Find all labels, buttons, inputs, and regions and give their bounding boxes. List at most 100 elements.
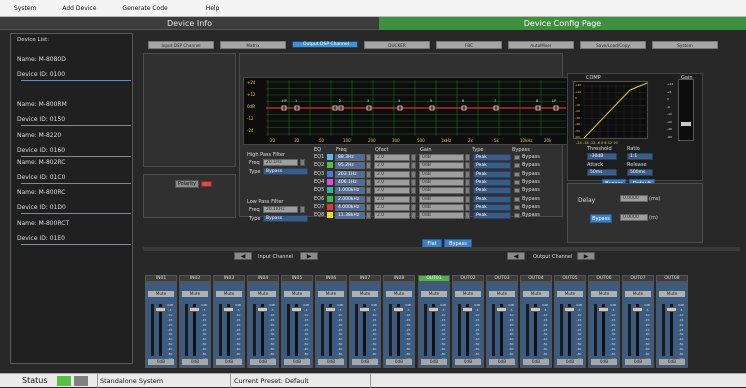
eq-q-spinner[interactable] (411, 212, 416, 220)
eq-frequency-graph[interactable]: +24 +12 0dB -12 -24 20 30 50 100 200 300… (243, 77, 570, 145)
delay-m-input[interactable]: 0.0000 (620, 214, 648, 221)
mute-button[interactable]: Mute (489, 291, 515, 297)
channel-select-button[interactable]: IN03 (213, 275, 245, 282)
eq-q-spinner[interactable] (411, 170, 416, 178)
channel-select-button[interactable]: IN06 (315, 275, 347, 282)
eq-bypass-checkbox[interactable] (514, 155, 520, 160)
eq-gain-input[interactable]: 0dB (419, 212, 464, 220)
menu-system[interactable]: System (14, 5, 36, 12)
mute-button[interactable]: Mute (216, 291, 242, 297)
menu-generate-code[interactable]: Generate Code (122, 5, 167, 12)
eq-freq-input[interactable]: 406.1Hz (335, 178, 365, 186)
eq-q-input[interactable]: 2.0 (374, 154, 410, 161)
mute-button[interactable]: Mute (182, 291, 208, 297)
level-readout[interactable]: 0dB (318, 359, 344, 365)
channel-select-button[interactable]: OUT05 (554, 275, 586, 282)
eq-gain-input[interactable]: 0dB (419, 203, 464, 211)
eq-freq-input[interactable]: 1.000kHz (335, 187, 365, 195)
level-readout[interactable]: 0dB (625, 359, 651, 365)
eq-gain-spinner[interactable] (465, 187, 470, 195)
eq-gain-input[interactable]: 0dB (419, 178, 464, 186)
eq-bypass-checkbox[interactable] (514, 171, 520, 177)
level-readout[interactable]: 0dB (148, 359, 174, 365)
level-readout[interactable]: 0dB (284, 359, 310, 365)
eq-q-input[interactable]: 2.0 (374, 170, 410, 178)
delay-ms-input[interactable]: 0.0000 (620, 195, 648, 202)
release-select[interactable]: 500ms (627, 169, 653, 176)
eq-freq-spinner[interactable] (366, 178, 371, 186)
level-readout[interactable]: 0dB (591, 359, 617, 365)
delay-bypass-button[interactable]: Bypass (590, 214, 612, 223)
channel-select-button[interactable]: IN08 (383, 275, 415, 282)
eq-q-input[interactable]: 2.0 (374, 178, 410, 186)
polarity-button[interactable]: Polarity (175, 180, 199, 188)
lpf-freq-spinner[interactable] (300, 206, 305, 213)
level-readout[interactable]: 0dB (489, 359, 515, 365)
channel-select-button[interactable]: IN04 (247, 275, 279, 282)
eq-q-input[interactable]: 2.0 (374, 203, 410, 211)
eq-type-select[interactable]: Peak (473, 178, 511, 186)
eq-freq-input[interactable]: 4.000kHz (335, 203, 365, 211)
eq-q-input[interactable]: 2.0 (374, 212, 410, 220)
polarity-indicator[interactable] (201, 181, 212, 187)
eq-q-spinner[interactable] (411, 187, 416, 195)
menu-help[interactable]: Help (206, 5, 220, 12)
attack-select[interactable]: 50ms (587, 169, 617, 176)
mute-button[interactable]: Mute (421, 291, 447, 297)
eq-bypass-checkbox[interactable] (514, 163, 520, 169)
eq-q-input[interactable]: 2.0 (374, 162, 410, 170)
tab-system[interactable]: System (652, 41, 718, 49)
eq-gain-input[interactable]: 0dB (419, 195, 464, 203)
eq-freq-spinner[interactable] (366, 162, 371, 170)
channel-select-button[interactable]: OUT03 (486, 275, 518, 282)
hpf-freq-spinner[interactable] (300, 159, 305, 166)
channel-select-button[interactable]: IN02 (179, 275, 211, 282)
channel-select-button[interactable]: OUT06 (588, 275, 620, 282)
tab-fbc[interactable]: FBC (436, 41, 502, 49)
level-readout[interactable]: 0dB (250, 359, 276, 365)
eq-freq-input[interactable]: 11.38kHz (335, 212, 365, 220)
compressor-graph[interactable]: +20 +10 0 -10 -20 -30 -40 -50 -60 (573, 81, 649, 139)
mute-button[interactable]: Mute (659, 291, 685, 297)
channel-select-button[interactable]: OUT08 (656, 275, 688, 282)
mute-button[interactable]: Mute (523, 291, 549, 297)
tab-output-dsp[interactable]: Output DSP Channel (292, 41, 358, 48)
eq-q-spinner[interactable] (411, 154, 416, 161)
eq-q-spinner[interactable] (411, 162, 416, 170)
eq-freq-spinner[interactable] (366, 170, 371, 178)
eq-bypass-checkbox[interactable] (514, 204, 520, 210)
input-channel-prev-button[interactable]: ◀ (234, 252, 252, 260)
level-readout[interactable]: 0dB (386, 359, 412, 365)
level-readout[interactable]: 0dB (216, 359, 242, 365)
eq-q-input[interactable]: 2.0 (374, 187, 410, 195)
mute-button[interactable]: Mute (625, 291, 651, 297)
channel-select-button[interactable]: OUT02 (452, 275, 484, 282)
eq-bypass-checkbox[interactable] (514, 179, 520, 185)
eq-type-select[interactable]: Peak (473, 162, 511, 170)
eq-type-select[interactable]: Peak (473, 195, 511, 203)
channel-select-button[interactable]: OUT04 (520, 275, 552, 282)
tab-automixer[interactable]: AutoMixer (508, 41, 574, 49)
mute-button[interactable]: Mute (148, 291, 174, 297)
eq-freq-input[interactable]: 95.2Hz (335, 162, 365, 170)
mute-button[interactable]: Mute (557, 291, 583, 297)
channel-select-button[interactable]: OUT07 (622, 275, 654, 282)
eq-freq-spinner[interactable] (366, 187, 371, 195)
eq-type-select[interactable]: Peak (473, 170, 511, 178)
eq-gain-spinner[interactable] (465, 162, 470, 170)
eq-freq-spinner[interactable] (366, 203, 371, 211)
output-channel-next-button[interactable]: ▶ (577, 252, 595, 260)
channel-select-button[interactable]: IN07 (349, 275, 381, 282)
eq-freq-spinner[interactable] (366, 212, 371, 220)
eq-gain-spinner[interactable] (465, 154, 470, 161)
level-readout[interactable]: 0dB (421, 359, 447, 365)
eq-gain-input[interactable]: 0dB (419, 154, 464, 161)
level-readout[interactable]: 0dB (523, 359, 549, 365)
input-channel-next-button[interactable]: ▶ (300, 252, 318, 260)
lpf-type-select[interactable]: Bypass (263, 215, 308, 222)
eq-q-spinner[interactable] (411, 203, 416, 211)
channel-select-button[interactable]: IN01 (145, 275, 177, 282)
eq-q-spinner[interactable] (411, 195, 416, 203)
eq-bypass-checkbox[interactable] (514, 188, 520, 194)
tab-matrix[interactable]: Matrix (220, 41, 286, 49)
